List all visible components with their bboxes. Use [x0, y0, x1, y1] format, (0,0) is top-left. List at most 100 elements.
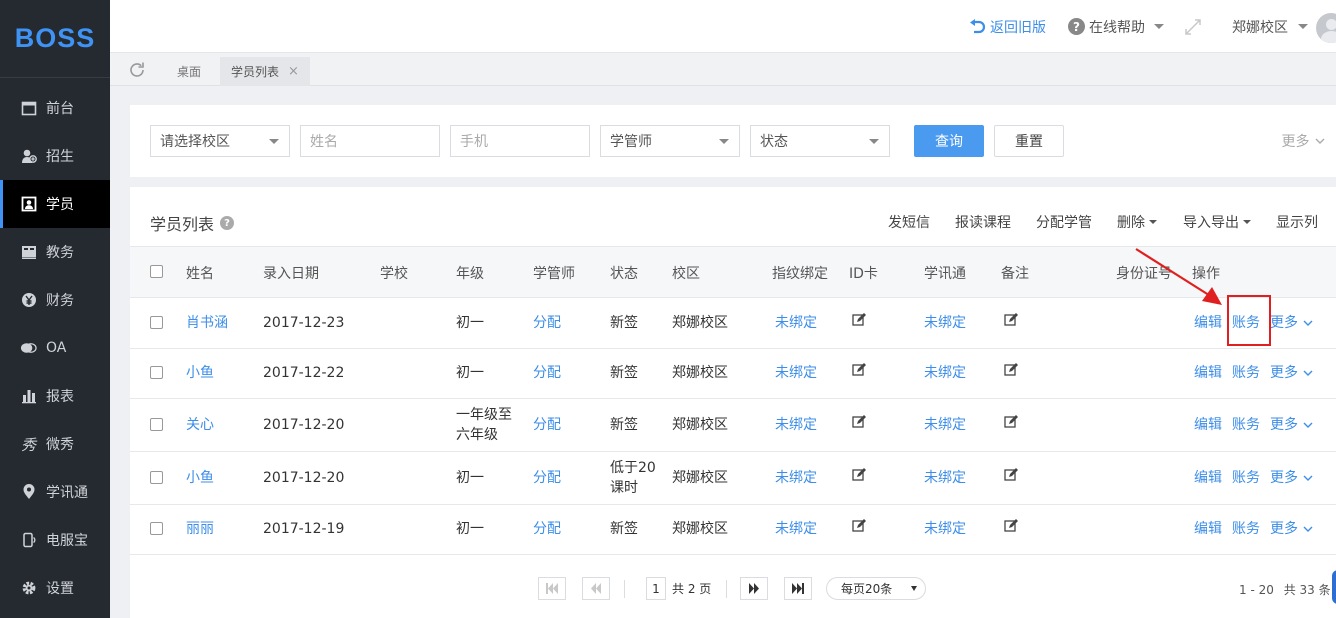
sidebar-item-enrollment[interactable]: 招生 — [0, 132, 110, 180]
page-size-select[interactable]: 每页20条 — [826, 577, 926, 600]
fingerprint-bind-link[interactable]: 未绑定 — [775, 468, 817, 488]
column-header[interactable]: 备注 — [1001, 263, 1029, 283]
fingerprint-bind-link[interactable]: 未绑定 — [775, 519, 817, 539]
select-all-checkbox[interactable] — [150, 265, 163, 278]
xuexuntong-bind-link[interactable]: 未绑定 — [924, 363, 966, 383]
fullscreen-button[interactable] — [1184, 0, 1202, 53]
account-link[interactable]: 账务 — [1232, 519, 1260, 539]
more-actions-menu[interactable]: 更多 — [1270, 313, 1313, 333]
assign-manager-link[interactable]: 分配 — [533, 415, 561, 435]
edit-pencil-icon[interactable] — [1004, 415, 1018, 435]
column-header[interactable]: 学管师 — [533, 263, 575, 283]
online-help-menu[interactable]: ? 在线帮助 — [1068, 0, 1164, 53]
sidebar-item-academic[interactable]: 教务 — [0, 228, 110, 276]
student-name-link[interactable]: 关心 — [186, 415, 214, 435]
name-input[interactable]: 姓名 — [300, 125, 440, 157]
edit-pencil-icon[interactable] — [1004, 468, 1018, 488]
column-header[interactable]: 状态 — [610, 263, 638, 283]
edit-pencil-icon[interactable] — [1004, 313, 1018, 333]
row-checkbox[interactable] — [150, 366, 163, 379]
manager-select[interactable]: 学管师 — [600, 125, 740, 157]
edit-pencil-icon[interactable] — [852, 363, 866, 383]
edit-link[interactable]: 编辑 — [1194, 519, 1222, 539]
sidebar-item-oa[interactable]: OA — [0, 324, 110, 372]
edit-link[interactable]: 编辑 — [1194, 415, 1222, 435]
account-link[interactable]: 账务 — [1232, 468, 1260, 488]
sidebar-item-students[interactable]: 学员 — [0, 180, 110, 228]
student-name-link[interactable]: 丽丽 — [186, 519, 214, 539]
sidebar-item-front-desk[interactable]: 前台 — [0, 84, 110, 132]
row-checkbox[interactable] — [150, 471, 163, 484]
sidebar-item-settings[interactable]: 设置 — [0, 564, 110, 612]
campus-select[interactable]: 请选择校区 — [150, 125, 290, 157]
column-header[interactable]: 学讯通 — [924, 263, 966, 283]
campus-switcher[interactable]: 郑娜校区 — [1232, 0, 1308, 53]
xuexuntong-bind-link[interactable]: 未绑定 — [924, 519, 966, 539]
phone-input[interactable]: 手机 — [450, 125, 590, 157]
floating-help-widget[interactable] — [1332, 570, 1336, 604]
brand-logo[interactable]: BOSS — [0, 0, 110, 78]
page-number-input[interactable]: 1 — [646, 577, 666, 600]
sidebar-item-dianfubao[interactable]: 电服宝 — [0, 516, 110, 564]
edit-pencil-icon[interactable] — [1004, 363, 1018, 383]
account-link[interactable]: 账务 — [1232, 363, 1260, 383]
column-header[interactable]: 学校 — [380, 263, 408, 283]
student-name-link[interactable]: 小鱼 — [186, 468, 214, 488]
sidebar-item-weixiu[interactable]: 秀 微秀 — [0, 420, 110, 468]
more-filters-toggle[interactable]: 更多 — [1280, 125, 1326, 157]
xuexuntong-bind-link[interactable]: 未绑定 — [924, 313, 966, 333]
xuexuntong-bind-link[interactable]: 未绑定 — [924, 415, 966, 435]
account-link[interactable]: 账务 — [1232, 415, 1260, 435]
edit-link[interactable]: 编辑 — [1194, 468, 1222, 488]
student-name-link[interactable]: 肖书涵 — [186, 313, 228, 333]
edit-pencil-icon[interactable] — [1004, 519, 1018, 539]
prev-page-button[interactable] — [582, 577, 610, 600]
column-header[interactable]: 校区 — [672, 263, 700, 283]
more-actions-menu[interactable]: 更多 — [1270, 468, 1313, 488]
edit-link[interactable]: 编辑 — [1194, 363, 1222, 383]
first-page-button[interactable] — [538, 577, 566, 600]
edit-pencil-icon[interactable] — [852, 313, 866, 333]
close-icon[interactable]: × — [288, 64, 299, 79]
reset-button[interactable]: 重置 — [994, 125, 1064, 157]
last-page-button[interactable] — [784, 577, 812, 600]
edit-pencil-icon[interactable] — [852, 468, 866, 488]
student-name-link[interactable]: 小鱼 — [186, 363, 214, 383]
back-to-old-version-link[interactable]: 返回旧版 — [968, 0, 1046, 53]
column-header[interactable]: 指纹绑定 — [772, 263, 828, 283]
column-header[interactable]: 录入日期 — [263, 263, 319, 283]
edit-link[interactable]: 编辑 — [1194, 313, 1222, 333]
row-checkbox[interactable] — [150, 316, 163, 329]
column-header[interactable]: 年级 — [456, 263, 484, 283]
delete-menu[interactable]: 删除 — [1117, 212, 1157, 232]
next-page-button[interactable] — [740, 577, 768, 600]
status-select[interactable]: 状态 — [750, 125, 890, 157]
column-header[interactable]: 姓名 — [186, 263, 214, 283]
more-actions-menu[interactable]: 更多 — [1270, 415, 1313, 435]
send-sms-button[interactable]: 发短信 — [888, 212, 930, 232]
fingerprint-bind-link[interactable]: 未绑定 — [775, 415, 817, 435]
edit-pencil-icon[interactable] — [852, 519, 866, 539]
more-actions-menu[interactable]: 更多 — [1270, 363, 1313, 383]
more-actions-menu[interactable]: 更多 — [1270, 519, 1313, 539]
row-checkbox[interactable] — [150, 522, 163, 535]
sidebar-item-finance[interactable]: 财务 — [0, 276, 110, 324]
sidebar-item-reports[interactable]: 报表 — [0, 372, 110, 420]
xuexuntong-bind-link[interactable]: 未绑定 — [924, 468, 966, 488]
tab-student-list[interactable]: 学员列表 × — [220, 57, 310, 86]
edit-pencil-icon[interactable] — [852, 415, 866, 435]
assign-manager-button[interactable]: 分配学管 — [1036, 212, 1092, 232]
assign-manager-link[interactable]: 分配 — [533, 363, 561, 383]
fingerprint-bind-link[interactable]: 未绑定 — [775, 313, 817, 333]
assign-manager-link[interactable]: 分配 — [533, 468, 561, 488]
enroll-course-button[interactable]: 报读课程 — [955, 212, 1011, 232]
tab-desktop[interactable]: 桌面 — [166, 57, 212, 86]
fingerprint-bind-link[interactable]: 未绑定 — [775, 363, 817, 383]
column-header[interactable]: ID卡 — [849, 263, 878, 283]
row-checkbox[interactable] — [150, 418, 163, 431]
assign-manager-link[interactable]: 分配 — [533, 313, 561, 333]
avatar[interactable] — [1316, 13, 1336, 43]
refresh-icon[interactable] — [128, 61, 146, 83]
display-columns-button[interactable]: 显示列 — [1276, 212, 1318, 232]
sidebar-item-xuexuntong[interactable]: 学讯通 — [0, 468, 110, 516]
